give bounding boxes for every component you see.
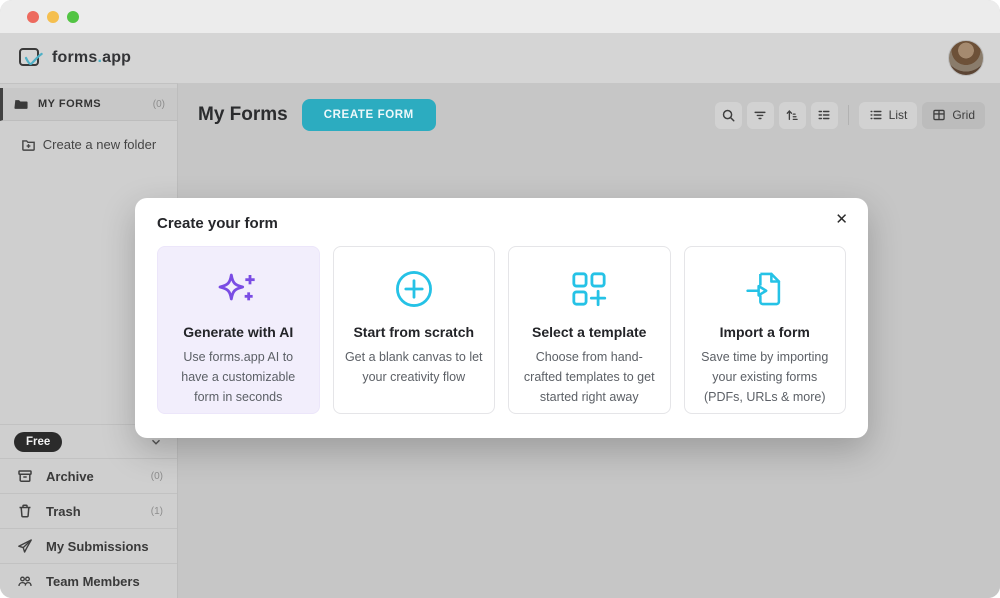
sidebar-item-my-forms[interactable]: MY FORMS (0) bbox=[0, 88, 177, 121]
filter-button[interactable] bbox=[747, 102, 774, 129]
card-description: Choose from hand-crafted templates to ge… bbox=[520, 347, 659, 407]
sidebar-archive-label: Archive bbox=[46, 469, 94, 484]
logo-name: forms bbox=[52, 49, 97, 66]
sidebar-bottom-group: Free Archive (0) bbox=[0, 424, 177, 598]
sidebar-item-my-submissions[interactable]: My Submissions bbox=[0, 528, 177, 563]
card-title: Generate with AI bbox=[169, 324, 308, 340]
archive-count: (0) bbox=[151, 471, 163, 482]
trash-count: (1) bbox=[151, 506, 163, 517]
list-view-button[interactable]: List bbox=[859, 102, 918, 129]
main-header: My Forms CREATE FORM bbox=[178, 83, 1000, 131]
page-title: My Forms bbox=[198, 104, 288, 126]
forms-app-logo[interactable]: forms.app bbox=[18, 46, 131, 70]
checklist-icon bbox=[817, 108, 831, 122]
grid-icon bbox=[932, 108, 946, 122]
sidebar-trash-label: Trash bbox=[46, 504, 81, 519]
card-description: Get a blank canvas to let your creativit… bbox=[345, 347, 484, 387]
create-new-folder-label: Create a new folder bbox=[43, 137, 156, 152]
close-window-button[interactable] bbox=[27, 11, 39, 23]
import-file-icon bbox=[696, 263, 835, 315]
grid-view-label: Grid bbox=[952, 108, 975, 122]
create-options: Generate with AI Use forms.app AI to hav… bbox=[157, 246, 846, 414]
list-icon bbox=[869, 108, 883, 122]
template-grid-icon bbox=[520, 263, 659, 315]
forms-app-logo-icon bbox=[18, 46, 45, 70]
forms-app-logo-text: forms.app bbox=[52, 49, 131, 67]
search-icon bbox=[721, 108, 736, 123]
plan-badge: Free bbox=[14, 432, 62, 452]
card-description: Use forms.app AI to have a customizable … bbox=[169, 347, 308, 407]
sidebar-my-forms-label: MY FORMS bbox=[38, 98, 101, 110]
sidebar-item-team-members[interactable]: Team Members bbox=[0, 563, 177, 598]
toolbar: List Grid bbox=[715, 102, 985, 129]
create-form-button[interactable]: CREATE FORM bbox=[302, 99, 436, 131]
sort-button[interactable] bbox=[779, 102, 806, 129]
paper-plane-icon bbox=[17, 538, 33, 554]
sidebar-my-submissions-label: My Submissions bbox=[46, 539, 149, 554]
create-form-modal: Create your form ✕ Generate with AI Use … bbox=[135, 198, 868, 438]
grid-view-button[interactable]: Grid bbox=[922, 102, 985, 129]
user-avatar[interactable] bbox=[948, 40, 984, 76]
toolbar-divider bbox=[848, 105, 849, 125]
card-start-from-scratch[interactable]: Start from scratch Get a blank canvas to… bbox=[333, 246, 496, 414]
modal-title: Create your form bbox=[157, 215, 846, 232]
archive-icon bbox=[17, 468, 33, 484]
filter-icon bbox=[753, 108, 767, 122]
card-title: Import a form bbox=[696, 324, 835, 340]
bulk-select-button[interactable] bbox=[811, 102, 838, 129]
list-view-label: List bbox=[889, 108, 908, 122]
modal-close-button[interactable]: ✕ bbox=[829, 206, 854, 233]
minimize-window-button[interactable] bbox=[47, 11, 59, 23]
card-generate-with-ai[interactable]: Generate with AI Use forms.app AI to hav… bbox=[157, 246, 320, 414]
app-header: forms.app bbox=[0, 33, 1000, 83]
search-button[interactable] bbox=[715, 102, 742, 129]
close-icon: ✕ bbox=[835, 211, 848, 228]
sidebar-item-archive[interactable]: Archive (0) bbox=[0, 458, 177, 493]
logo-suffix: app bbox=[102, 49, 131, 66]
my-forms-count: (0) bbox=[153, 99, 165, 110]
folder-plus-icon bbox=[21, 137, 36, 152]
circle-plus-icon bbox=[345, 263, 484, 315]
card-title: Start from scratch bbox=[345, 324, 484, 340]
card-select-a-template[interactable]: Select a template Choose from hand-craft… bbox=[508, 246, 671, 414]
folder-icon bbox=[14, 97, 28, 111]
sidebar-item-trash[interactable]: Trash (1) bbox=[0, 493, 177, 528]
sidebar-team-members-label: Team Members bbox=[46, 574, 140, 589]
card-title: Select a template bbox=[520, 324, 659, 340]
macos-titlebar bbox=[0, 0, 1000, 33]
traffic-lights bbox=[27, 11, 79, 23]
team-icon bbox=[17, 573, 33, 589]
sort-icon bbox=[785, 108, 799, 122]
card-import-a-form[interactable]: Import a form Save time by importing you… bbox=[684, 246, 847, 414]
create-new-folder-button[interactable]: Create a new folder bbox=[0, 137, 177, 152]
app-window: forms.app MY FORMS (0) Create a new fold… bbox=[0, 0, 1000, 598]
zoom-window-button[interactable] bbox=[67, 11, 79, 23]
card-description: Save time by importing your existing for… bbox=[696, 347, 835, 407]
ai-sparkle-icon bbox=[169, 263, 308, 315]
trash-icon bbox=[17, 503, 33, 519]
